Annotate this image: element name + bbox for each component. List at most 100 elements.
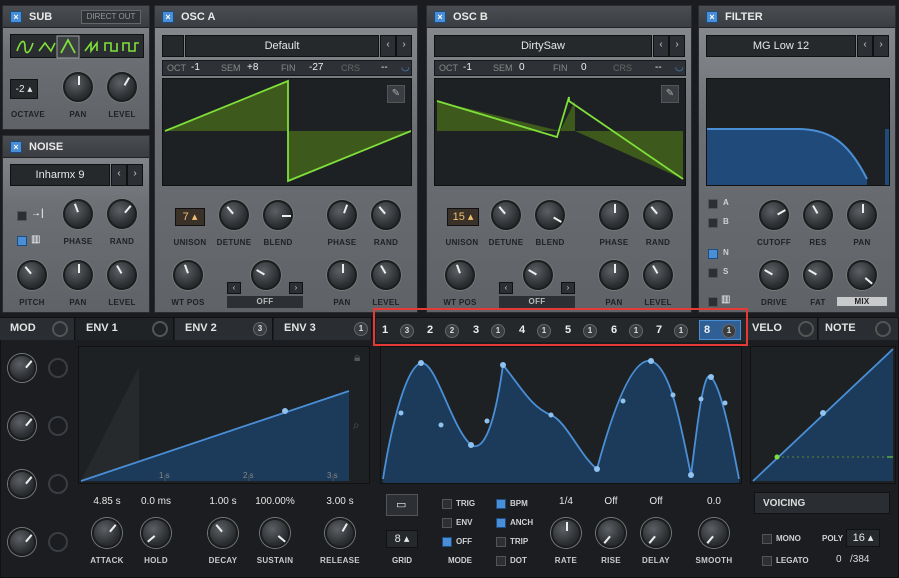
lfo-dot-checkbox[interactable] [496,556,506,566]
osc-a-warp-prev[interactable]: ‹ [227,282,241,294]
mod-slot-1-source-icon[interactable] [48,358,68,378]
env-hold-knob[interactable] [141,518,171,548]
mod-slot-2-source-icon[interactable] [48,416,68,436]
noise-power-toggle[interactable]: × [10,141,22,153]
filter-route-n-checkbox[interactable] [708,249,718,259]
osc-b-oct-value[interactable]: -1 [463,62,472,73]
osc-a-oct-value[interactable]: -1 [191,62,200,73]
osc-b-warp-knob[interactable] [523,260,553,290]
osc-b-detune-knob[interactable] [491,200,521,230]
osc-b-prev-arrow[interactable]: ‹ [653,35,669,57]
filter-mix-knob[interactable] [847,260,877,290]
osc-a-detune-knob[interactable] [219,200,249,230]
osc-b-warp-mode-label[interactable]: OFF [499,296,575,308]
filter-power-toggle[interactable]: × [706,11,718,23]
osc-a-level-knob[interactable] [371,260,401,290]
filter-res-knob[interactable] [803,200,833,230]
filter-next-arrow[interactable]: › [873,35,889,57]
noise-prev-arrow[interactable]: ‹ [111,164,127,186]
lfo-off-radio[interactable] [442,537,452,547]
lfo-open-button[interactable]: ▭ [386,494,418,516]
osc-a-preset-display[interactable]: Default [185,35,379,57]
velocity-graph[interactable] [750,346,896,484]
osc-b-wtpos-knob[interactable] [445,260,475,290]
osc-b-edit-icon[interactable]: ✎ [661,85,679,103]
osc-a-next-arrow[interactable]: › [396,35,412,57]
filter-prev-arrow[interactable]: ‹ [857,35,873,57]
osc-b-preset-display[interactable]: DirtySaw [434,35,652,57]
osc-b-wavetable-display[interactable]: ✎ [434,78,686,186]
osc-a-warp-mode-label[interactable]: OFF [227,296,303,308]
noise-pan-knob[interactable] [63,260,93,290]
osc-b-level-knob[interactable] [643,260,673,290]
mod-drag-icon[interactable] [52,321,68,337]
noise-level-knob[interactable] [107,260,137,290]
mono-checkbox[interactable] [762,534,772,544]
osc-a-sem-value[interactable]: +8 [247,62,258,73]
env-lock-icon[interactable]: 🔒︎ [354,350,360,365]
osc-a-retrigger-icon[interactable]: ◡ [401,62,410,73]
lfo-env-radio[interactable] [442,518,452,528]
osc-a-phase-knob[interactable] [327,200,357,230]
filter-route-a-checkbox[interactable] [708,199,718,209]
osc-b-phase-knob[interactable] [599,200,629,230]
osc-a-power-toggle[interactable]: × [162,11,174,23]
lfo-rate-knob[interactable] [551,518,581,548]
lfo-trig-radio[interactable] [442,499,452,509]
env1-drag-icon[interactable] [152,321,168,337]
filter-cutoff-knob[interactable] [759,200,789,230]
env-attack-knob[interactable] [92,518,122,548]
filter-route-s-checkbox[interactable] [708,268,718,278]
sub-pan-knob[interactable] [63,72,93,102]
osc-b-warp-prev[interactable]: ‹ [499,282,513,294]
noise-pitch-knob[interactable] [17,260,47,290]
legato-checkbox[interactable] [762,556,772,566]
sub-waveform-selector[interactable] [10,34,144,59]
env-zoom-icon[interactable]: ⌕ [353,418,360,433]
noise-keytrack-checkbox[interactable] [17,211,27,221]
env-decay-knob[interactable] [208,518,238,548]
osc-b-blend-knob[interactable] [535,200,565,230]
osc-b-warp-next[interactable]: › [561,282,575,294]
lfo-delay-knob[interactable] [641,518,671,548]
lfo-rise-knob[interactable] [596,518,626,548]
osc-b-retrigger-icon[interactable]: ◡ [675,62,684,73]
osc-a-fin-value[interactable]: -27 [309,62,323,73]
osc-a-pan-knob[interactable] [327,260,357,290]
sub-level-knob[interactable] [107,72,137,102]
direct-out-button[interactable]: DIRECT OUT [81,10,141,24]
osc-b-power-toggle[interactable]: × [434,11,446,23]
osc-b-crs-value[interactable]: -- [655,62,662,73]
lfo-anch-checkbox[interactable] [496,518,506,528]
osc-a-edit-icon[interactable]: ✎ [387,85,405,103]
mod-slot-2-knob[interactable] [8,412,36,440]
mod-slot-3-source-icon[interactable] [48,474,68,494]
mod-slot-4-source-icon[interactable] [48,532,68,552]
osc-a-prev-arrow[interactable]: ‹ [380,35,396,57]
osc-a-unison-stepper[interactable]: 7 ▴ [175,208,205,226]
filter-fat-knob[interactable] [803,260,833,290]
poly-stepper[interactable]: 16 ▴ [846,529,880,547]
osc-b-next-arrow[interactable]: › [669,35,685,57]
osc-b-fin-value[interactable]: 0 [581,62,587,73]
env-release-knob[interactable] [325,518,355,548]
lfo-smooth-knob[interactable] [699,518,729,548]
velo-drag-icon[interactable] [798,321,814,337]
noise-next-arrow[interactable]: › [127,164,143,186]
osc-b-unison-stepper[interactable]: 15 ▴ [447,208,479,226]
mod-slot-1-knob[interactable] [8,354,36,382]
osc-a-wavetable-display[interactable]: ✎ [162,78,412,186]
osc-b-sem-value[interactable]: 0 [519,62,525,73]
filter-pan-knob[interactable] [847,200,877,230]
osc-b-pan-knob[interactable] [599,260,629,290]
filter-drive-knob[interactable] [759,260,789,290]
osc-a-warp-next[interactable]: › [289,282,303,294]
note-drag-icon[interactable] [875,321,891,337]
tab-mod[interactable]: MOD [0,318,75,340]
octave-stepper[interactable]: -2 ▴ [10,79,38,99]
lfo-graph[interactable] [380,346,742,484]
noise-preset-display[interactable]: Inharmx 9 [10,164,110,186]
osc-a-wtpos-knob[interactable] [173,260,203,290]
lfo-trip-checkbox[interactable] [496,537,506,547]
noise-piano-toggle[interactable] [17,236,27,246]
